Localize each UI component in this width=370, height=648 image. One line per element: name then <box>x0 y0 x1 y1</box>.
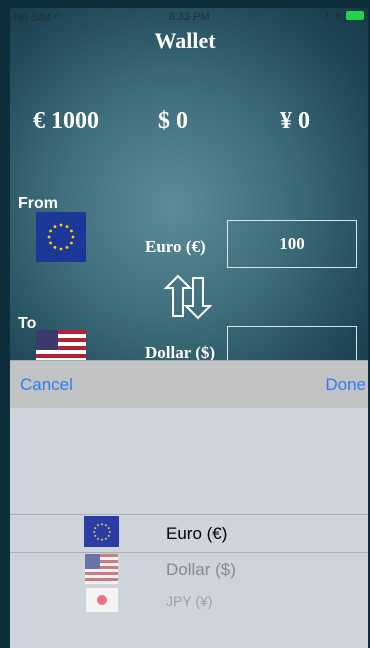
picker-toolbar: Cancel Done <box>10 360 368 408</box>
picker-option-label: JPY (¥) <box>166 593 213 609</box>
rotation-lock-icon: ◑ <box>323 10 330 21</box>
balance-euro: € 1000 <box>33 108 99 134</box>
picker-option-dollar[interactable]: Dollar ($) <box>10 554 368 586</box>
done-button[interactable]: Done <box>325 375 366 395</box>
cancel-button[interactable]: Cancel <box>20 375 73 395</box>
picker-selection-top-line <box>10 514 368 515</box>
battery-icon <box>346 11 364 20</box>
currency-picker[interactable]: Euro (€) Dollar ($) JPY (¥) <box>10 408 368 648</box>
balance-yen: ¥ 0 <box>280 108 310 134</box>
picker-option-jpy[interactable]: JPY (¥) <box>10 588 368 614</box>
picker-option-label: Dollar ($) <box>166 560 236 579</box>
eu-stars-icon <box>47 223 75 251</box>
eu-flag-icon[interactable] <box>36 212 86 262</box>
swap-icon[interactable] <box>160 272 220 322</box>
picker-selection-bottom-line <box>10 552 368 553</box>
status-time: 8:33 PM <box>168 11 210 23</box>
page-title: Wallet <box>154 28 216 53</box>
us-flag-icon <box>85 554 118 584</box>
balance-dollar: $ 0 <box>158 108 188 134</box>
eu-flag-icon <box>84 516 119 547</box>
picker-option-euro[interactable]: Euro (€) <box>10 516 368 550</box>
from-label: From <box>18 195 58 212</box>
picker-option-label: Euro (€) <box>166 524 228 543</box>
to-label: To <box>18 315 37 332</box>
from-amount-input[interactable]: 100 <box>227 220 357 268</box>
location-icon: ➤ <box>333 10 342 21</box>
jp-flag-icon <box>86 588 118 612</box>
status-bar: No SIM ◠ 8:33 PM ◑ ➤ <box>10 8 368 26</box>
from-currency-label[interactable]: Euro (€) <box>145 237 206 257</box>
